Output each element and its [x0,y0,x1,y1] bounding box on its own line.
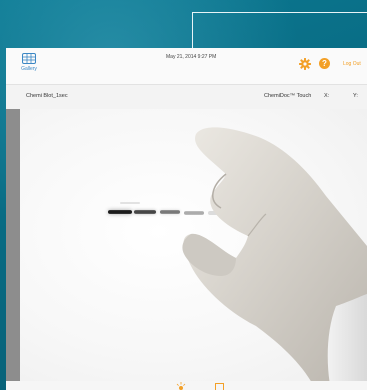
x-coordinate-label: X: [324,93,330,99]
y-coordinate-label: Y: [353,93,358,99]
brightness-icon[interactable] [176,382,186,390]
image-name: Chemi Blot_1sec [26,93,68,99]
frame-icon[interactable] [215,383,224,390]
blot-band [108,210,132,214]
gallery-button[interactable]: Gallery [16,53,42,81]
device-name: ChemiDoc™ Touch [264,93,312,99]
gallery-icon [22,53,36,64]
gear-icon[interactable] [299,58,311,70]
faint-band [120,202,140,204]
side-panel-strip [6,109,20,390]
datetime: May 21, 2014 9:27 PM [166,54,217,60]
bottom-toolbar [6,381,367,390]
touch-screen: Gallery May 21, 2014 9:27 PM ? Log Out C… [6,48,367,390]
gloved-hand [182,127,367,390]
info-bar: Chemi Blot_1sec ChemiDoc™ Touch X: Y: [6,84,367,110]
callout-line [192,12,367,49]
top-bar: Gallery May 21, 2014 9:27 PM ? Log Out [6,48,367,84]
blot-band [134,210,156,214]
gallery-label: Gallery [21,66,37,72]
help-icon[interactable]: ? [319,58,330,69]
logout-link[interactable]: Log Out [343,61,361,67]
